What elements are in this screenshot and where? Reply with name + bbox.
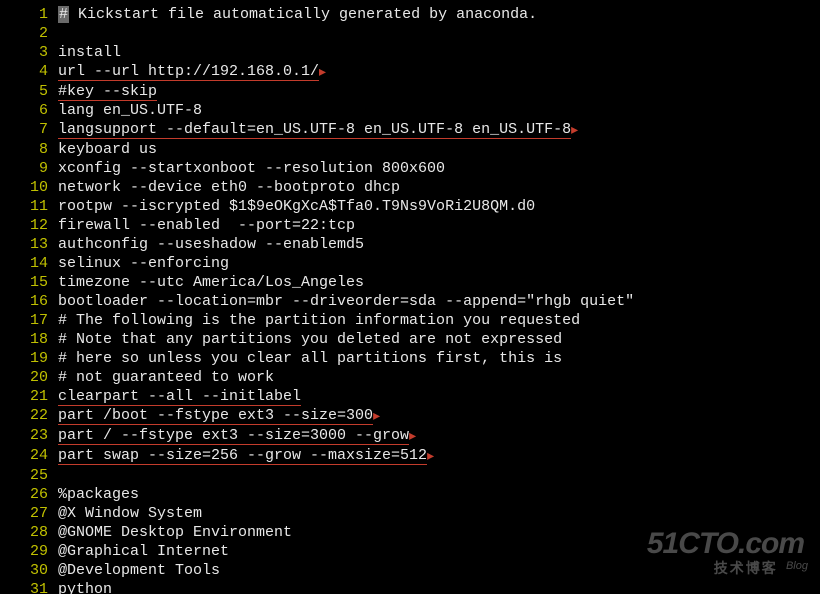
code-content[interactable]: part /boot --fstype ext3 --size=300▸ [58, 406, 820, 426]
line-number: 22 [0, 406, 58, 425]
code-line[interactable]: 2 [0, 24, 820, 43]
code-content[interactable]: langsupport --default=en_US.UTF-8 en_US.… [58, 120, 820, 140]
code-line[interactable]: 30@Development Tools [0, 561, 820, 580]
line-number: 9 [0, 159, 58, 178]
code-line[interactable]: 16bootloader --location=mbr --driveorder… [0, 292, 820, 311]
line-number: 15 [0, 273, 58, 292]
line-number: 10 [0, 178, 58, 197]
code-content[interactable]: clearpart --all --initlabel [58, 387, 820, 406]
line-number: 13 [0, 235, 58, 254]
code-line[interactable]: 28@GNOME Desktop Environment [0, 523, 820, 542]
code-content[interactable]: install [58, 43, 820, 62]
code-line[interactable]: 22part /boot --fstype ext3 --size=300▸ [0, 406, 820, 426]
code-content[interactable]: timezone --utc America/Los_Angeles [58, 273, 820, 292]
arrow-icon: ▸ [409, 429, 416, 445]
line-number: 1 [0, 5, 58, 24]
arrow-icon: ▸ [427, 449, 434, 465]
code-line[interactable]: 17# The following is the partition infor… [0, 311, 820, 330]
code-line[interactable]: 4url --url http://192.168.0.1/▸ [0, 62, 820, 82]
code-content[interactable]: # not guaranteed to work [58, 368, 820, 387]
code-line[interactable]: 3install [0, 43, 820, 62]
code-content[interactable]: @Graphical Internet [58, 542, 820, 561]
code-line[interactable]: 12firewall --enabled --port=22:tcp [0, 216, 820, 235]
code-line[interactable]: 21clearpart --all --initlabel [0, 387, 820, 406]
code-content[interactable]: xconfig --startxonboot --resolution 800x… [58, 159, 820, 178]
line-number: 12 [0, 216, 58, 235]
code-content[interactable]: # here so unless you clear all partition… [58, 349, 820, 368]
code-line[interactable]: 18# Note that any partitions you deleted… [0, 330, 820, 349]
line-number: 8 [0, 140, 58, 159]
code-content[interactable]: rootpw --iscrypted $1$9eOKgXcA$Tfa0.T9Ns… [58, 197, 820, 216]
code-content[interactable]: @Development Tools [58, 561, 820, 580]
line-number: 14 [0, 254, 58, 273]
code-content[interactable]: @GNOME Desktop Environment [58, 523, 820, 542]
code-line[interactable]: 6lang en_US.UTF-8 [0, 101, 820, 120]
line-number: 18 [0, 330, 58, 349]
line-number: 26 [0, 485, 58, 504]
code-line[interactable]: 11rootpw --iscrypted $1$9eOKgXcA$Tfa0.T9… [0, 197, 820, 216]
line-number: 2 [0, 24, 58, 43]
line-number: 17 [0, 311, 58, 330]
code-content[interactable]: #key --skip [58, 82, 820, 101]
code-line[interactable]: 19# here so unless you clear all partiti… [0, 349, 820, 368]
code-line[interactable]: 9xconfig --startxonboot --resolution 800… [0, 159, 820, 178]
code-editor[interactable]: 1# Kickstart file automatically generate… [0, 0, 820, 594]
line-number: 6 [0, 101, 58, 120]
code-line[interactable]: 5#key --skip [0, 82, 820, 101]
code-line[interactable]: 8keyboard us [0, 140, 820, 159]
line-number: 31 [0, 580, 58, 594]
line-number: 21 [0, 387, 58, 406]
code-line[interactable]: 7langsupport --default=en_US.UTF-8 en_US… [0, 120, 820, 140]
code-content[interactable]: @X Window System [58, 504, 820, 523]
line-number: 3 [0, 43, 58, 62]
code-content[interactable]: bootloader --location=mbr --driveorder=s… [58, 292, 820, 311]
code-content[interactable]: %packages [58, 485, 820, 504]
arrow-icon: ▸ [373, 409, 380, 425]
code-content[interactable]: keyboard us [58, 140, 820, 159]
code-content[interactable]: lang en_US.UTF-8 [58, 101, 820, 120]
code-content[interactable]: # Note that any partitions you deleted a… [58, 330, 820, 349]
code-line[interactable]: 10network --device eth0 --bootproto dhcp [0, 178, 820, 197]
code-line[interactable]: 13authconfig --useshadow --enablemd5 [0, 235, 820, 254]
code-content[interactable]: # Kickstart file automatically generated… [58, 5, 820, 24]
code-line[interactable]: 29@Graphical Internet [0, 542, 820, 561]
code-line[interactable]: 27@X Window System [0, 504, 820, 523]
code-line[interactable]: 15timezone --utc America/Los_Angeles [0, 273, 820, 292]
code-line[interactable]: 14selinux --enforcing [0, 254, 820, 273]
line-number: 30 [0, 561, 58, 580]
code-line[interactable]: 25 [0, 466, 820, 485]
line-number: 7 [0, 120, 58, 139]
code-content[interactable]: authconfig --useshadow --enablemd5 [58, 235, 820, 254]
line-number: 25 [0, 466, 58, 485]
code-line[interactable]: 24part swap --size=256 --grow --maxsize=… [0, 446, 820, 466]
code-line[interactable]: 26%packages [0, 485, 820, 504]
code-content[interactable]: part swap --size=256 --grow --maxsize=51… [58, 446, 820, 466]
line-number: 4 [0, 62, 58, 81]
line-number: 27 [0, 504, 58, 523]
arrow-icon: ▸ [319, 65, 326, 81]
line-number: 16 [0, 292, 58, 311]
code-content[interactable]: python [58, 580, 820, 594]
code-line[interactable]: 31python [0, 580, 820, 594]
line-number: 19 [0, 349, 58, 368]
code-content[interactable]: selinux --enforcing [58, 254, 820, 273]
code-line[interactable]: 23part / --fstype ext3 --size=3000 --gro… [0, 426, 820, 446]
line-number: 11 [0, 197, 58, 216]
code-line[interactable]: 1# Kickstart file automatically generate… [0, 5, 820, 24]
code-content[interactable]: url --url http://192.168.0.1/▸ [58, 62, 820, 82]
line-number: 29 [0, 542, 58, 561]
line-number: 5 [0, 82, 58, 101]
code-content[interactable]: firewall --enabled --port=22:tcp [58, 216, 820, 235]
line-number: 23 [0, 426, 58, 445]
code-content[interactable]: # The following is the partition informa… [58, 311, 820, 330]
code-content[interactable]: network --device eth0 --bootproto dhcp [58, 178, 820, 197]
line-number: 28 [0, 523, 58, 542]
line-number: 24 [0, 446, 58, 465]
arrow-icon: ▸ [571, 123, 578, 139]
code-line[interactable]: 20# not guaranteed to work [0, 368, 820, 387]
line-number: 20 [0, 368, 58, 387]
code-content[interactable]: part / --fstype ext3 --size=3000 --grow▸ [58, 426, 820, 446]
